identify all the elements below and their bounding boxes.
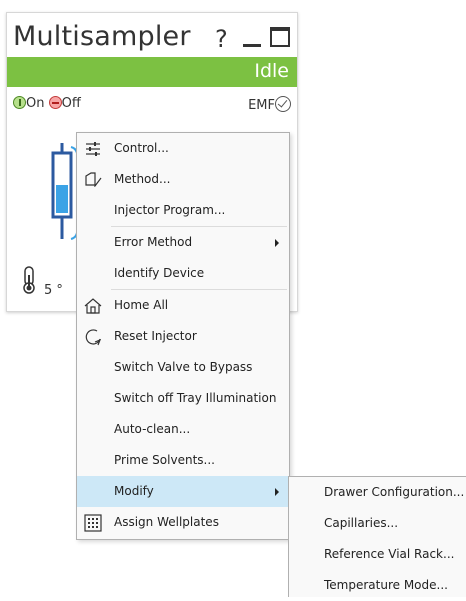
- submenu-item-label: Capillaries...: [324, 516, 399, 530]
- submenu-item-label: Reference Vial Rack...: [324, 547, 455, 561]
- status-bar: Idle: [7, 57, 297, 87]
- submenu-item-capillaries[interactable]: Capillaries...: [289, 508, 466, 539]
- menu-item-reset-injector[interactable]: Reset Injector: [77, 321, 289, 352]
- minimize-button[interactable]: [243, 44, 261, 47]
- power-on-icon[interactable]: [13, 96, 26, 109]
- modify-submenu: Drawer Configuration... Capillaries... R…: [288, 476, 466, 597]
- submenu-item-drawer-configuration[interactable]: Drawer Configuration...: [289, 477, 466, 508]
- submenu-item-label: Temperature Mode...: [324, 578, 448, 592]
- sliders-icon: [86, 142, 100, 156]
- menu-item-label: Injector Program...: [114, 203, 226, 217]
- menu-item-label: Modify: [114, 484, 154, 498]
- menu-item-label: Error Method: [114, 235, 193, 249]
- emf-check-icon: [275, 96, 291, 112]
- reset-icon: [85, 329, 102, 346]
- submenu-arrow-icon: [275, 488, 279, 496]
- power-off-icon[interactable]: [48, 96, 62, 109]
- menu-item-label: Prime Solvents...: [114, 453, 215, 467]
- panel-title: Multisampler: [13, 21, 191, 52]
- method-edit-icon: [85, 172, 102, 187]
- home-icon: [84, 298, 102, 314]
- menu-item-label: Home All: [114, 298, 169, 312]
- emf-status[interactable]: EMF: [248, 96, 291, 113]
- emf-label: EMF: [248, 98, 275, 113]
- menu-item-switch-off-tray-illumination[interactable]: Switch off Tray Illumination: [77, 383, 289, 414]
- menu-item-home-all[interactable]: Home All: [77, 290, 289, 321]
- menu-item-method[interactable]: Method...: [77, 164, 289, 195]
- menu-item-label: Auto-clean...: [114, 422, 191, 436]
- submenu-item-reference-vial-rack[interactable]: Reference Vial Rack...: [289, 539, 466, 570]
- submenu-item-temperature-mode[interactable]: Temperature Mode...: [289, 570, 466, 601]
- thermometer-icon: [23, 266, 35, 294]
- menu-item-auto-clean[interactable]: Auto-clean...: [77, 414, 289, 445]
- menu-item-control[interactable]: Control...: [77, 133, 289, 164]
- maximize-button[interactable]: [270, 27, 290, 47]
- menu-item-assign-wellplates[interactable]: Assign Wellplates: [77, 507, 289, 538]
- menu-item-label: Assign Wellplates: [114, 515, 219, 529]
- status-text: Idle: [254, 60, 289, 82]
- help-button[interactable]: ?: [215, 25, 228, 53]
- menu-item-label: Switch Valve to Bypass: [114, 360, 253, 374]
- menu-item-label: Method...: [114, 172, 171, 186]
- temperature-value: 5 °: [44, 283, 63, 298]
- menu-item-label: Reset Injector: [114, 329, 197, 343]
- menu-item-modify[interactable]: Modify: [77, 476, 289, 507]
- on-label[interactable]: On: [26, 96, 44, 111]
- off-label[interactable]: Off: [62, 96, 81, 111]
- menu-item-switch-valve-bypass[interactable]: Switch Valve to Bypass: [77, 352, 289, 383]
- menu-item-label: Identify Device: [114, 266, 205, 280]
- menu-item-label: Switch off Tray Illumination: [114, 391, 277, 405]
- power-controls: On Off: [13, 96, 81, 111]
- menu-item-prime-solvents[interactable]: Prime Solvents...: [77, 445, 289, 476]
- submenu-item-label: Drawer Configuration...: [324, 485, 465, 499]
- menu-item-error-method[interactable]: Error Method: [77, 227, 289, 258]
- submenu-arrow-icon: [275, 239, 279, 247]
- wellplate-grid-icon: [84, 514, 102, 532]
- menu-item-injector-program[interactable]: Injector Program...: [77, 195, 289, 226]
- menu-item-label: Control...: [114, 141, 169, 155]
- context-menu: Control... Method... Injector Program...…: [76, 132, 290, 540]
- menu-item-identify-device[interactable]: Identify Device: [77, 258, 289, 289]
